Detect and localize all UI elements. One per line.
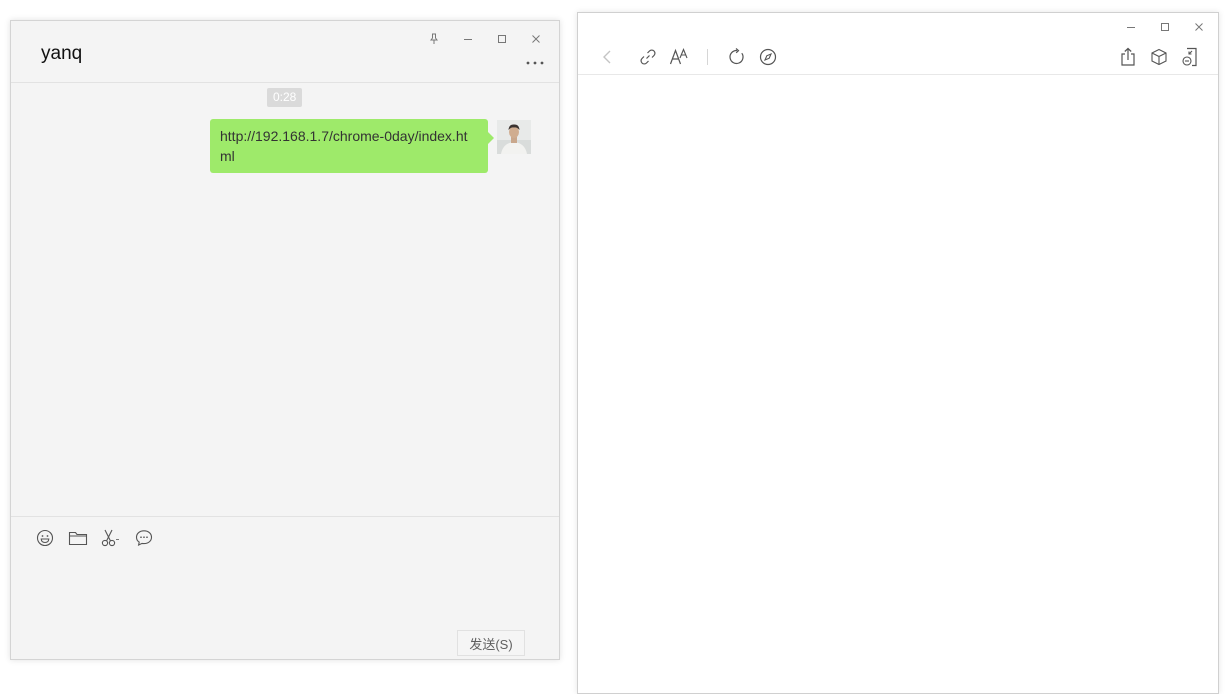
maximize-icon xyxy=(1161,23,1169,31)
mini-program-button[interactable] xyxy=(1148,46,1170,68)
back-icon xyxy=(603,50,611,64)
emoji-button[interactable] xyxy=(35,527,55,549)
close-icon xyxy=(1195,23,1203,31)
open-in-browser-button[interactable] xyxy=(757,46,779,68)
minimize-button[interactable] xyxy=(451,27,485,51)
share-button[interactable] xyxy=(1117,46,1139,68)
font-size-icon xyxy=(669,48,688,65)
more-options-button[interactable] xyxy=(525,57,547,67)
chat-toolbar xyxy=(35,527,154,549)
message-timestamp: 0:28 xyxy=(267,88,303,107)
share-icon xyxy=(1121,47,1135,66)
link-icon xyxy=(640,49,656,65)
send-file-button[interactable] xyxy=(68,527,88,549)
chat-window-controls xyxy=(417,27,553,51)
cube-icon xyxy=(1151,48,1167,66)
minimize-icon xyxy=(1127,27,1135,28)
input-divider xyxy=(11,516,559,517)
bubble-tail xyxy=(488,132,494,144)
avatar-image xyxy=(497,120,531,154)
browser-close-button[interactable] xyxy=(1182,15,1216,39)
browser-maximize-button[interactable] xyxy=(1148,15,1182,39)
scissors-icon xyxy=(101,529,119,547)
browser-window xyxy=(577,12,1219,694)
refresh-button[interactable] xyxy=(726,46,748,68)
float-window-button[interactable] xyxy=(1179,46,1201,68)
browser-window-controls xyxy=(1114,15,1216,39)
font-size-button[interactable] xyxy=(668,46,690,68)
pin-icon xyxy=(430,33,438,44)
screenshot-button[interactable] xyxy=(101,527,121,549)
browser-content-area[interactable] xyxy=(578,75,1218,693)
refresh-icon xyxy=(729,48,744,65)
chat-history-icon xyxy=(135,530,153,546)
chat-history-button[interactable] xyxy=(134,527,154,549)
back-button[interactable] xyxy=(596,46,618,68)
send-button[interactable]: 发送(S) xyxy=(457,630,525,656)
chat-window: yanq 0:28 http://192.168.1.7/chrome-0day… xyxy=(10,20,560,660)
minimize-to-window-icon xyxy=(1182,47,1197,67)
emoji-icon xyxy=(36,529,54,547)
copy-link-button[interactable] xyxy=(637,46,659,68)
avatar[interactable] xyxy=(497,120,531,154)
minimize-icon xyxy=(464,39,472,40)
toolbar-separator xyxy=(707,49,708,65)
maximize-icon xyxy=(498,35,506,43)
message-bubble[interactable]: http://192.168.1.7/chrome-0day/index.htm… xyxy=(210,119,488,173)
folder-icon xyxy=(68,531,88,546)
maximize-button[interactable] xyxy=(485,27,519,51)
pin-button[interactable] xyxy=(417,27,451,51)
contact-name: yanq xyxy=(41,43,83,64)
compass-icon xyxy=(759,48,777,66)
header-divider xyxy=(11,82,559,83)
close-button[interactable] xyxy=(519,27,553,51)
browser-minimize-button[interactable] xyxy=(1114,15,1148,39)
close-icon xyxy=(532,35,540,43)
more-icon xyxy=(526,61,544,65)
